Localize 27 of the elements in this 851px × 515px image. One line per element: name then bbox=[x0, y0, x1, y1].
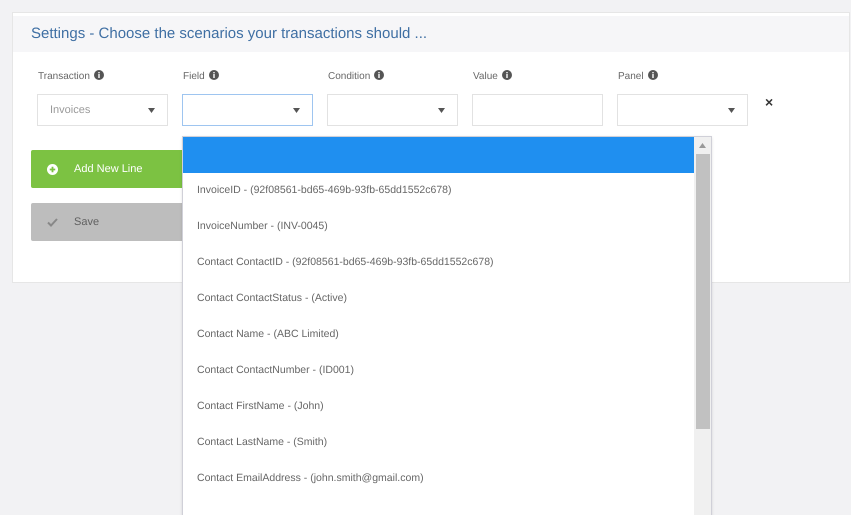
column-label: Field bbox=[182, 69, 313, 84]
select-field[interactable] bbox=[327, 94, 458, 126]
value-input-field[interactable] bbox=[472, 94, 603, 126]
column-label: Value bbox=[472, 69, 603, 84]
info-icon bbox=[502, 70, 512, 80]
info-icon bbox=[208, 70, 219, 80]
scroll-up-icon[interactable] bbox=[699, 143, 706, 148]
column-label: Panel bbox=[617, 69, 748, 84]
select-field[interactable] bbox=[617, 94, 748, 126]
caret-icon bbox=[438, 108, 445, 112]
card-title: Settings - Choose the scenarios your transactions should ... bbox=[31, 24, 428, 44]
dropdown-option[interactable] bbox=[183, 137, 694, 173]
column-label: Condition bbox=[327, 69, 458, 84]
select-value: Invoices bbox=[50, 102, 90, 118]
info-icon bbox=[374, 70, 384, 80]
caret-icon bbox=[293, 108, 300, 112]
remove-line-button[interactable]: × bbox=[765, 86, 774, 118]
check-icon bbox=[47, 218, 58, 226]
scrollbar[interactable] bbox=[694, 137, 711, 515]
caret-icon bbox=[728, 108, 735, 112]
caret-icon bbox=[148, 108, 155, 112]
column-label: Transaction bbox=[37, 69, 168, 84]
scrollbar-thumb[interactable] bbox=[696, 154, 710, 429]
info-icon bbox=[94, 70, 104, 80]
plus-circle-icon bbox=[47, 164, 58, 174]
info-icon bbox=[648, 70, 658, 80]
select-field[interactable] bbox=[182, 94, 313, 126]
